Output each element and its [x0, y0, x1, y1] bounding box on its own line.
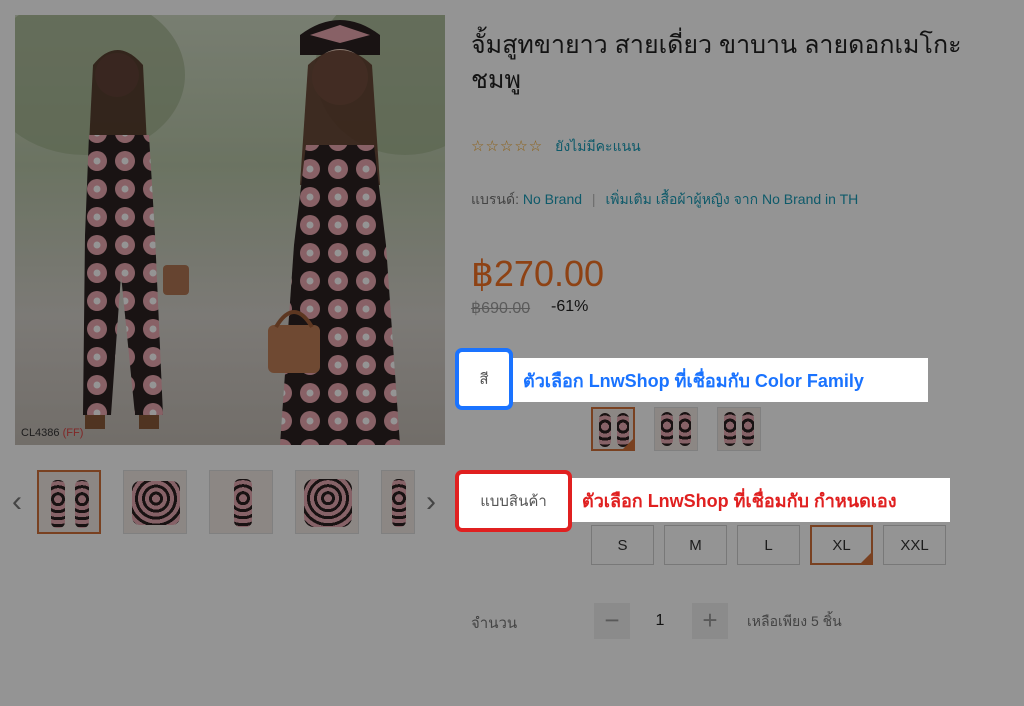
size-option-xxl[interactable]: XXL [883, 525, 946, 565]
variant-option-label: แบบสินค้า [455, 470, 572, 532]
price: ฿270.00 [471, 253, 605, 294]
brand-label: แบรนด์: [471, 191, 519, 207]
brand-row: แบรนด์: No Brand | เพิ่มเติม เสื้อผ้าผู้… [471, 189, 858, 211]
variant-callout: ตัวเลือก LnwShop ที่เชื่อมกับ กำหนดเอง [572, 478, 950, 522]
discount-badge: -61% [551, 298, 589, 315]
thumbnail-gallery: ‹ › [0, 462, 448, 542]
size-option-m[interactable]: M [664, 525, 727, 565]
size-option-l[interactable]: L [737, 525, 800, 565]
quantity-input[interactable]: 1 [640, 603, 680, 639]
model-figure-front [268, 20, 400, 445]
color-option-label: สี [455, 348, 513, 410]
thumbnail-1[interactable] [37, 470, 101, 534]
thumbnail-5[interactable] [381, 470, 415, 534]
thumbnail-2[interactable] [123, 470, 187, 534]
thumbnail-4[interactable] [295, 470, 359, 534]
stock-remaining-text: เหลือเพียง 5 ชิ้น [747, 613, 842, 629]
chevron-left-icon[interactable]: ‹ [6, 484, 28, 520]
size-option-xl[interactable]: XL [810, 525, 873, 565]
color-swatch-2[interactable] [654, 407, 698, 451]
brand-more-link[interactable]: เพิ่มเติม เสื้อผ้าผู้หญิง จาก No Brand i… [605, 191, 858, 207]
color-swatch-3[interactable] [717, 407, 761, 451]
thumbnail-3[interactable] [209, 470, 273, 534]
image-code-label: CL4386 (FF) [21, 427, 84, 439]
quantity-label: จำนวน [471, 615, 518, 632]
brand-link[interactable]: No Brand [523, 191, 582, 207]
divider: | [591, 191, 596, 207]
color-swatch-1[interactable] [591, 407, 635, 451]
quantity-decrease-button[interactable]: − [594, 603, 630, 639]
size-option-s[interactable]: S [591, 525, 654, 565]
rating-link[interactable]: ยังไม่มีคะแนน [555, 138, 641, 154]
original-price: ฿690.00 [471, 300, 531, 317]
rating-row: ☆☆☆☆☆ ยังไม่มีคะแนน [471, 136, 641, 158]
product-title: จั้มสูทขายาว สายเดี่ยว ขาบาน ลายดอกเมโกะ… [471, 31, 962, 94]
main-product-image[interactable]: CL4386 (FF) [15, 15, 445, 445]
color-callout: ตัวเลือก LnwShop ที่เชื่อมกับ Color Fami… [513, 358, 928, 402]
chevron-right-icon[interactable]: › [420, 484, 442, 520]
star-rating-icon: ☆☆☆☆☆ [471, 138, 544, 155]
quantity-increase-button[interactable]: + [692, 603, 728, 639]
model-figure-back [83, 50, 189, 429]
